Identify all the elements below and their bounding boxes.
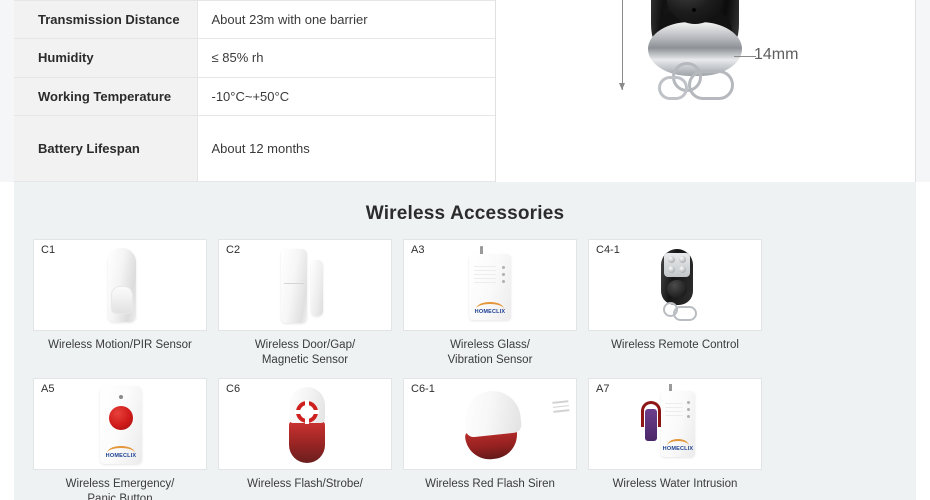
- water-intrusion-sensor-icon: HOMECLIX: [589, 379, 761, 469]
- specifications-table: Transmission Distance About 23m with one…: [14, 0, 495, 182]
- accessory-card[interactable]: C6: [218, 378, 392, 470]
- left-gutter: [0, 0, 14, 182]
- accessory-label: Wireless Remote Control: [611, 339, 739, 351]
- spec-label-transmission-distance: Transmission Distance: [14, 0, 198, 40]
- strobe-siren-icon: [219, 379, 391, 469]
- accessory-label: Wireless Motion/PIR Sensor: [48, 339, 192, 351]
- table-row: Battery Lifespan About 12 months: [14, 115, 495, 182]
- brand-logo-text: HOMECLIX: [474, 309, 506, 315]
- accessory-label: Wireless Glass/Vibration Sensor: [447, 339, 533, 366]
- top-section: Transmission Distance About 23m with one…: [0, 0, 930, 182]
- accessory-code: A5: [41, 383, 55, 395]
- accessory-item-c2[interactable]: C2 Wireless Door/Gap/Magnetic Sensor: [218, 239, 392, 368]
- right-gutter: [916, 0, 930, 182]
- accessory-label: Wireless Emergency/Panic Button: [65, 478, 175, 500]
- table-row: Transmission Distance About 23m with one…: [14, 0, 495, 40]
- accessory-code: C1: [41, 244, 56, 256]
- accessory-label: Wireless Flash/Strobe/: [247, 478, 363, 490]
- section-title: Wireless Accessories: [365, 203, 565, 224]
- accessory-code: C4-1: [596, 244, 620, 256]
- table-row: Working Temperature -10°C~+50°C: [14, 77, 495, 117]
- width-dimension-line: [734, 56, 756, 57]
- wireless-accessories-section: Wireless Accessories C1 Wireless Motion/…: [14, 182, 916, 500]
- accessory-card[interactable]: C1: [33, 239, 207, 331]
- product-photo-panel: 54mm 14mm: [496, 0, 916, 182]
- accessory-label: Wireless Water Intrusion: [612, 478, 738, 490]
- remote-control-illustration: [646, 0, 744, 106]
- accessory-card[interactable]: A3 HOMECLIX: [403, 239, 577, 331]
- glass-vibration-sensor-icon: HOMECLIX: [404, 240, 576, 330]
- pir-sensor-icon: [34, 240, 206, 330]
- accessory-card[interactable]: C4-1: [588, 239, 762, 331]
- panic-button-icon: HOMECLIX: [34, 379, 206, 469]
- accessory-code: A7: [596, 383, 610, 395]
- spec-label-working-temperature: Working Temperature: [14, 77, 198, 117]
- spec-value-working-temperature: -10°C~+50°C: [197, 77, 495, 117]
- keychain-clip-icon: [688, 70, 734, 100]
- accessory-item-a3[interactable]: A3 HOMECLIX Wireless Glass/Vibration Sen…: [403, 239, 577, 368]
- door-contact-sensor-icon: [219, 240, 391, 330]
- brand-logo-text: HOMECLIX: [105, 453, 137, 459]
- accessory-item-a7[interactable]: A7 HOMECLIX Wireless Water Intrusion: [588, 378, 762, 500]
- keyring-loop-icon: [658, 76, 688, 100]
- accessory-card[interactable]: C6-1: [403, 378, 577, 470]
- spec-value-transmission-distance: About 23m with one barrier: [197, 0, 495, 40]
- width-dimension-label: 14mm: [754, 46, 799, 63]
- spec-value-battery-lifespan: About 12 months: [197, 115, 495, 182]
- accessory-item-c4-1[interactable]: C4-1 Wireless Remote Control: [588, 239, 762, 368]
- accessory-code: C6-1: [411, 383, 435, 395]
- accessory-item-c6-1[interactable]: C6-1 Wireless Red Flash Siren: [403, 378, 577, 500]
- accessory-code: A3: [411, 244, 425, 256]
- specifications-table-container: Transmission Distance About 23m with one…: [14, 0, 496, 182]
- accessory-label: Wireless Door/Gap/Magnetic Sensor: [254, 339, 356, 366]
- accessory-card[interactable]: A5 HOMECLIX: [33, 378, 207, 470]
- brand-logo-text: HOMECLIX: [662, 446, 694, 452]
- spec-value-humidity: ≤ 85% rh: [197, 38, 495, 78]
- accessory-label: Wireless Red Flash Siren: [425, 478, 555, 490]
- spec-label-battery-lifespan: Battery Lifespan: [14, 115, 198, 182]
- accessory-card[interactable]: A7 HOMECLIX: [588, 378, 762, 470]
- height-dimension-line: [619, 0, 625, 90]
- accessory-card[interactable]: C2: [218, 239, 392, 331]
- accessory-item-c1[interactable]: C1 Wireless Motion/PIR Sensor: [33, 239, 207, 368]
- spec-label-humidity: Humidity: [14, 38, 198, 78]
- pad-dot-icon: [692, 8, 696, 12]
- table-row: Humidity ≤ 85% rh: [14, 38, 495, 78]
- accessory-code: C2: [226, 244, 241, 256]
- product-spec-page: Transmission Distance About 23m with one…: [0, 0, 930, 500]
- accessory-item-c6[interactable]: C6 Wireless Flash/Strobe/: [218, 378, 392, 500]
- accessory-item-a5[interactable]: A5 HOMECLIX Wireless Emergency/Panic But…: [33, 378, 207, 500]
- accessory-code: C6: [226, 383, 241, 395]
- accessories-grid: C1 Wireless Motion/PIR Sensor C2 Wireles…: [14, 239, 916, 500]
